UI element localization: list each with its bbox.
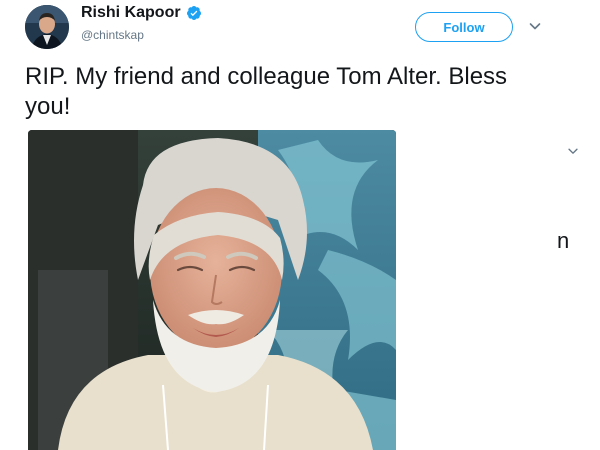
follow-button[interactable]: Follow <box>415 12 513 42</box>
author-handle[interactable]: @chintskap <box>81 28 144 42</box>
author-avatar[interactable] <box>25 5 69 49</box>
author-name[interactable]: Rishi Kapoor <box>81 4 181 22</box>
verified-badge-icon <box>186 6 201 20</box>
chevron-down-icon[interactable] <box>566 144 580 158</box>
author-name-row: Rishi Kapoor <box>81 4 202 22</box>
side-text-fragment: n <box>557 228 570 253</box>
tweet-text: RIP. My friend and colleague Tom Alter. … <box>25 63 508 120</box>
tweet-photo[interactable] <box>28 130 396 450</box>
chevron-down-icon[interactable] <box>527 18 543 34</box>
